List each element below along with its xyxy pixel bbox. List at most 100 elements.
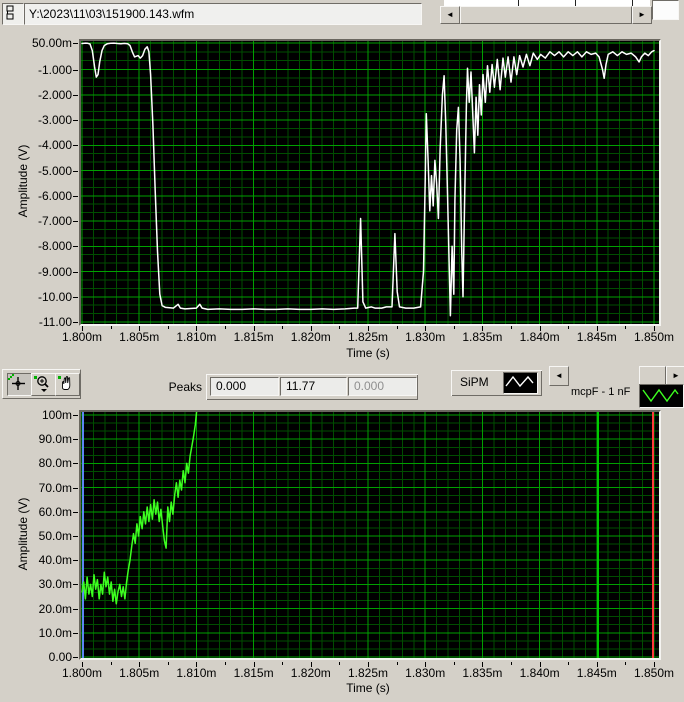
x-tick-label: 1.845m: [576, 666, 617, 680]
legend-scroll-thumb[interactable]: [639, 366, 666, 386]
waveform-graph-bottom[interactable]: [79, 410, 661, 660]
partial-control: [652, 0, 679, 20]
graph-palette: [2, 369, 81, 399]
x-axis-title: Time (s): [346, 346, 390, 360]
y-tick-mark: [73, 322, 78, 323]
x-minor-tick-mark: [282, 662, 284, 665]
x-tick-label: 1.835m: [462, 330, 503, 344]
x-tick-label: 1.850m: [633, 666, 675, 680]
y-tick-mark: [73, 43, 78, 44]
hand-icon: [58, 376, 71, 390]
x-tick-label: 1.805m: [119, 666, 160, 680]
y-tick-label: -1.000: [37, 62, 72, 77]
x-tick-label: 1.815m: [233, 666, 274, 680]
mcp-wave-icon: [639, 384, 684, 408]
x-tick-label: 1.845m: [576, 330, 617, 344]
x-tick-label: 1.805m: [119, 330, 160, 344]
x-minor-tick-mark: [110, 326, 112, 329]
waveform-graph-top[interactable]: [79, 39, 661, 326]
file-path-input[interactable]: Y:\2023\11\03\151900.143.wfm: [24, 3, 422, 25]
pan-tool-button[interactable]: [55, 373, 80, 396]
x-minor-tick-mark: [453, 662, 455, 665]
x-tick-label: 1.800m: [61, 330, 103, 344]
crosshair-icon: [8, 374, 25, 390]
magnifier-icon: [34, 376, 49, 392]
arrow-left-icon: ◄: [446, 10, 454, 19]
x-minor-tick-mark: [110, 662, 112, 665]
y-tick-mark: [73, 584, 78, 586]
x-minor-tick-mark: [225, 326, 226, 329]
legend-sipm[interactable]: SiPM: [451, 370, 542, 396]
y-axis-title: Amplitude (V): [16, 497, 30, 571]
y-tick-label: -11.00: [38, 315, 72, 329]
path-browse-icon[interactable]: [2, 3, 24, 25]
scroll-right-button[interactable]: ►: [632, 6, 652, 24]
x-tick-label: 1.840m: [519, 666, 560, 680]
y-tick-label: 10.0m: [38, 625, 72, 640]
y-tick-mark: [73, 511, 78, 513]
x-tick-label: 1.800m: [61, 666, 103, 680]
scroll-thumb[interactable]: [460, 6, 632, 24]
x-minor-tick-mark: [282, 326, 284, 329]
x-minor-tick-mark: [339, 326, 341, 329]
arrow-left-icon: ◄: [555, 371, 563, 380]
x-minor-tick-mark: [568, 662, 570, 665]
x-tick-label: 1.830m: [405, 666, 446, 680]
y-tick-mark: [73, 415, 78, 416]
x-axis-title: Time (s): [346, 681, 390, 695]
trace-mcpf---1-nf: [81, 412, 198, 605]
peak-field-3-value: 0.000: [354, 379, 385, 393]
y-tick-label: -9.000: [37, 264, 72, 279]
arrow-right-icon: ►: [638, 10, 646, 19]
legend-scrollbar[interactable]: ◄ ►: [549, 366, 684, 386]
file-path-value: Y:\2023\11\03\151900.143.wfm: [29, 7, 195, 21]
x-minor-tick-mark: [396, 326, 398, 329]
y-tick-label: 80.0m: [38, 456, 72, 471]
scroll-left-button[interactable]: ◄: [440, 6, 460, 24]
x-tick-label: 1.815m: [233, 330, 274, 344]
y-tick-label: 0.00: [48, 650, 72, 664]
peaks-label: Peaks: [168, 380, 202, 394]
legend-scroll-right-button[interactable]: ►: [666, 366, 684, 386]
peak-field-2[interactable]: 11.77: [280, 377, 347, 396]
zoom-tool-button[interactable]: [31, 373, 56, 396]
arrow-right-icon: ►: [672, 371, 680, 380]
x-tick-label: 1.825m: [347, 666, 389, 680]
y-tick-mark: [73, 221, 78, 222]
y-tick-label: 20.0m: [38, 601, 72, 616]
peak-field-2-value: 11.77: [286, 379, 316, 393]
y-tick-mark: [73, 94, 78, 96]
x-minor-tick-mark: [568, 326, 570, 329]
peak-field-3[interactable]: 0.000: [348, 377, 417, 396]
y-tick-mark: [73, 632, 78, 634]
y-tick-mark: [73, 195, 78, 197]
top-scrollbar[interactable]: ◄ ►: [440, 6, 652, 24]
legend-scroll-left-button[interactable]: ◄: [549, 366, 569, 386]
y-tick-mark: [73, 657, 78, 658]
x-minor-tick-mark: [396, 662, 398, 665]
y-tick-mark: [73, 120, 78, 121]
y-tick-mark: [73, 271, 78, 273]
y-tick-mark: [73, 69, 78, 71]
y-tick-mark: [73, 536, 78, 537]
cursor-tool-button[interactable]: [7, 373, 32, 396]
peaks-fields-frame: 0.000 11.77 0.000: [206, 374, 418, 400]
y-tick-label: 100m: [41, 408, 72, 422]
y-tick-label: 50.00m: [31, 36, 72, 50]
x-tick-label: 1.810m: [176, 330, 217, 344]
x-minor-tick-mark: [625, 326, 627, 329]
y-axis-title: Amplitude (V): [16, 144, 30, 218]
y-tick-mark: [73, 145, 78, 147]
peak-field-1[interactable]: 0.000: [210, 377, 279, 396]
x-tick-label: 1.820m: [290, 330, 331, 344]
x-minor-tick-mark: [339, 662, 341, 665]
y-tick-mark: [73, 608, 78, 610]
x-tick-label: 1.825m: [347, 330, 389, 344]
labview-panel: Y:\2023\11\03\151900.143.wfm ◄ ► Peaks 0…: [0, 0, 684, 702]
path-glyph: [6, 5, 14, 20]
x-minor-tick-mark: [625, 662, 627, 665]
x-minor-tick-mark: [511, 326, 512, 329]
x-tick-label: 1.830m: [405, 330, 446, 344]
x-tick-label: 1.820m: [290, 666, 331, 680]
x-minor-tick-mark: [225, 662, 226, 665]
